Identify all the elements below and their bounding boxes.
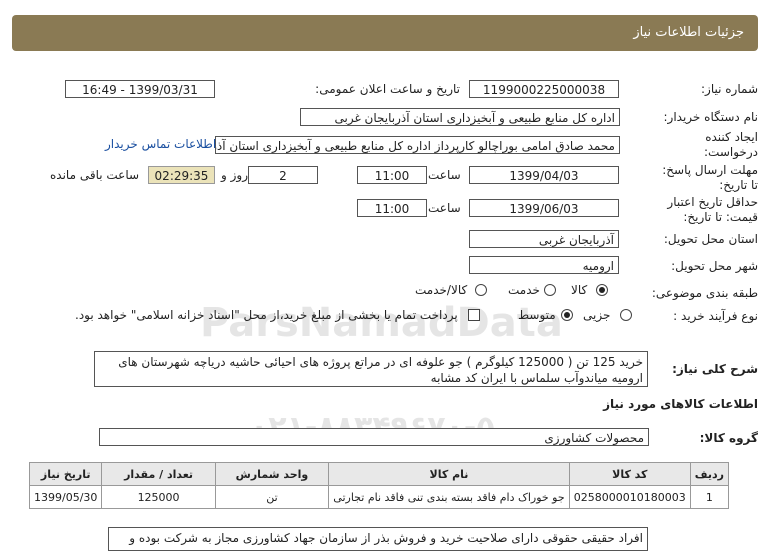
process-minor-label: جزیی — [583, 308, 611, 322]
col-qty-header: تعداد / مقدار — [101, 462, 216, 486]
buyer-label: نام دستگاه خریدار: — [663, 110, 759, 124]
province-label: استان محل تحویل: — [663, 232, 758, 246]
remaining-label: ساعت باقی مانده — [50, 168, 140, 182]
category-both-radio[interactable] — [475, 284, 487, 296]
category-service-label: خدمت — [508, 283, 540, 297]
cell-unit: تن — [214, 485, 330, 509]
countdown-timer: 02:29:35 — [148, 166, 215, 184]
goods-group-label: گروه کالا: — [699, 431, 758, 445]
category-label: طبقه بندی موضوعی: — [651, 286, 758, 300]
col-row-header: ردیف — [689, 462, 730, 486]
deadline-date-field: 1399/04/03 — [469, 166, 619, 184]
table-row: 1 0258000010180003 جو خوراک دام فاقد بست… — [28, 485, 730, 509]
validity-label: حداقل تاریخ اعتبار — [667, 195, 758, 209]
description-label: شرح کلی نیاز: — [672, 362, 758, 376]
announce-label: تاریخ و ساعت اعلان عمومی: — [315, 82, 460, 96]
cell-code: 0258000010180003 — [568, 485, 691, 509]
validity-date-field: 1399/06/03 — [469, 199, 619, 217]
category-goods-label: کالا — [571, 283, 588, 297]
buyer-field: اداره کل منابع طبیعی و آبخیزداری استان آ… — [300, 108, 620, 126]
city-field: ارومیه — [469, 256, 619, 274]
days-field: 2 — [248, 166, 318, 184]
goods-section-title: اطلاعات کالاهای مورد نیاز — [603, 397, 758, 411]
cell-date: 1399/05/30 — [28, 485, 103, 509]
days-label: روز و — [221, 168, 248, 182]
need-number-label: شماره نیاز: — [701, 82, 758, 96]
col-date-header: تاریخ نیاز — [28, 462, 103, 486]
creator-field: محمد صادق امامی بوراچالو کارپرداز اداره … — [215, 136, 620, 154]
category-goods-radio[interactable] — [596, 284, 608, 296]
need-number-field: 1199000225000038 — [469, 80, 619, 98]
announce-field: 1399/03/31 - 16:49 — [65, 80, 215, 98]
description-text: خرید 125 تن ( 125000 کیلوگرم ) جو علوفه … — [94, 351, 648, 387]
deadline-label: مهلت ارسال پاسخ: — [662, 163, 758, 177]
process-label: نوع فرآیند خرید : — [673, 309, 758, 323]
creator-label-2: درخواست: — [704, 145, 758, 159]
cell-qty: 125000 — [101, 485, 216, 509]
page-title: جزئیات اطلاعات نیاز — [633, 25, 744, 40]
deadline-hour-label: ساعت — [428, 168, 461, 182]
validity-time-field: 11:00 — [357, 199, 427, 217]
col-name-header: نام کالا — [328, 462, 570, 486]
footer-note: افراد حقیقی حقوقی دارای صلاحیت خرید و فر… — [108, 527, 648, 551]
province-field: آذربایجان غربی — [469, 230, 619, 248]
col-unit-header: واحد شمارش — [214, 462, 330, 486]
buyer-contact-link[interactable]: اطلاعات تماس خریدار — [105, 137, 216, 151]
validity-label-2: قیمت: تا تاریخ: — [683, 210, 758, 224]
page-header: جزئیات اطلاعات نیاز — [12, 15, 758, 51]
process-minor-radio[interactable] — [620, 309, 632, 321]
goods-table: ردیف کد کالا نام کالا واحد شمارش تعداد /… — [28, 462, 730, 509]
goods-group-field: محصولات کشاورزی — [99, 428, 649, 446]
category-both-label: کالا/خدمت — [415, 283, 468, 297]
city-label: شهر محل تحویل: — [671, 259, 758, 273]
col-code-header: کد کالا — [568, 462, 691, 486]
validity-hour-label: ساعت — [428, 201, 461, 215]
cell-row: 1 — [689, 485, 730, 509]
watermark: ParsNamadData — [200, 300, 563, 346]
process-medium-radio[interactable] — [561, 309, 573, 321]
deadline-label-2: تا تاریخ: — [719, 178, 758, 192]
cell-name: جو خوراک دام فاقد بسته بندی تنی فاقد نام… — [328, 485, 570, 509]
creator-label: ایجاد کننده — [705, 130, 758, 144]
category-service-radio[interactable] — [544, 284, 556, 296]
deadline-time-field: 11:00 — [357, 166, 427, 184]
payment-checkbox[interactable] — [468, 309, 480, 321]
process-medium-label: متوسط — [518, 308, 556, 322]
table-header-row: ردیف کد کالا نام کالا واحد شمارش تعداد /… — [28, 462, 730, 486]
payment-text: پرداخت تمام یا بخشی از مبلغ خرید،از محل … — [75, 308, 458, 322]
